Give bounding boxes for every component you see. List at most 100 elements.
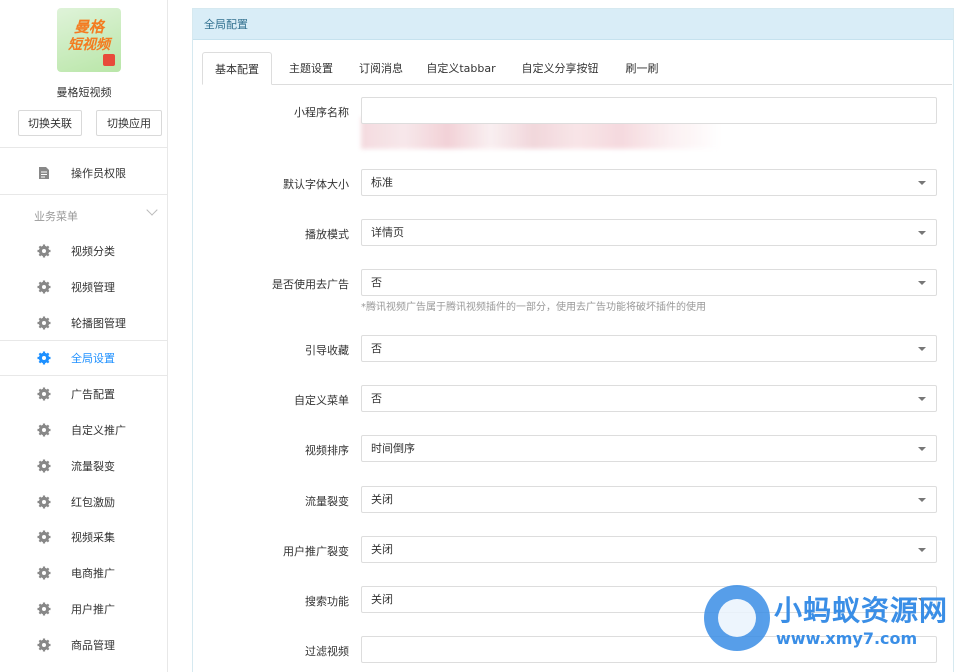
- select-field[interactable]: 否: [361, 335, 937, 362]
- field-hint: *腾讯视频广告属于腾讯视频插件的一部分，使用去广告功能将破坏插件的使用: [361, 302, 706, 313]
- field-value: 时间倒序: [371, 442, 415, 455]
- field-value: 否: [371, 392, 382, 405]
- sidebar-item-label: 轮播图管理: [71, 317, 126, 330]
- tab-custom-tabbar[interactable]: 自定义tabbar: [420, 52, 502, 85]
- tab-subscription-messages[interactable]: 订阅消息: [350, 52, 412, 85]
- caret-down-icon[interactable]: [918, 548, 926, 552]
- app-logo: 曼格 短视频: [57, 8, 121, 72]
- tab-bar: 基本配置 主题设置 订阅消息 自定义tabbar 自定义分享按钮 刷一刷: [202, 52, 952, 85]
- sidebar-item-label: 用户推广: [71, 603, 115, 616]
- gear-icon: [37, 351, 51, 365]
- sidebar-item-9[interactable]: 视频采集: [0, 520, 168, 554]
- sidebar-item-label: 视频分类: [71, 245, 115, 258]
- sidebar-item-12[interactable]: 商品管理: [0, 628, 168, 662]
- switch-link-button[interactable]: 切换关联: [18, 110, 82, 136]
- gear-icon: [37, 602, 51, 616]
- watermark: 小蚂蚁资源网 www.xmy7.com: [700, 585, 957, 655]
- sidebar-item-6[interactable]: 自定义推广: [0, 413, 168, 447]
- sidebar: 曼格 短视频 曼格短视频 切换关联 切换应用 操作员权限 业务菜单 视频分类视频…: [0, 0, 168, 672]
- gear-icon: [37, 638, 51, 652]
- sidebar-item-5[interactable]: 广告配置: [0, 377, 168, 411]
- switch-app-button[interactable]: 切换应用: [96, 110, 162, 136]
- select-field[interactable]: 否: [361, 269, 937, 296]
- select-field[interactable]: 时间倒序: [361, 435, 937, 462]
- field-label: 播放模式: [305, 228, 349, 241]
- select-field[interactable]: 否: [361, 385, 937, 412]
- app-name: 曼格短视频: [56, 86, 112, 99]
- divider: [0, 147, 168, 148]
- sidebar-item-label: 广告配置: [71, 388, 115, 401]
- sidebar-item-1[interactable]: 视频分类: [0, 234, 168, 268]
- sidebar-item-8[interactable]: 红包激励: [0, 485, 168, 519]
- gear-icon: [37, 423, 51, 437]
- gear-icon: [37, 459, 51, 473]
- field-label: 用户推广裂变: [283, 545, 349, 558]
- divider: [0, 375, 168, 376]
- gear-icon: [37, 244, 51, 258]
- gear-icon: [37, 566, 51, 580]
- chevron-down-icon[interactable]: [146, 204, 158, 216]
- panel-title: 全局配置: [193, 9, 953, 40]
- divider: [0, 194, 168, 195]
- gear-icon: [37, 316, 51, 330]
- gear-icon: [37, 280, 51, 294]
- ant-logo-icon: [704, 585, 770, 651]
- sidebar-item-operator-permission[interactable]: 操作员权限: [0, 156, 168, 190]
- sidebar-item-label: 商品管理: [71, 639, 115, 652]
- gear-icon: [37, 495, 51, 509]
- field-value: 详情页: [371, 226, 404, 239]
- select-field[interactable]: 关闭: [361, 536, 937, 563]
- document-icon: [39, 167, 49, 179]
- tab-basic-config[interactable]: 基本配置: [202, 52, 272, 85]
- sidebar-item-label: 自定义推广: [71, 424, 126, 437]
- sidebar-item-label: 视频采集: [71, 531, 115, 544]
- sidebar-item-label: 红包激励: [71, 496, 115, 509]
- field-label: 流量裂变: [305, 495, 349, 508]
- sidebar-item-label: 视频管理: [71, 281, 115, 294]
- tab-swipe[interactable]: 刷一刷: [616, 52, 668, 85]
- select-field[interactable]: 关闭: [361, 486, 937, 513]
- watermark-title: 小蚂蚁资源网: [774, 594, 949, 627]
- sidebar-item-11[interactable]: 用户推广: [0, 592, 168, 626]
- group-title: 业务菜单: [34, 210, 78, 223]
- sidebar-item-label: 操作员权限: [71, 167, 126, 180]
- field-value: 标准: [371, 176, 393, 189]
- field-label: 默认字体大小: [283, 178, 349, 191]
- sidebar-item-label: 流量裂变: [71, 460, 115, 473]
- field-label: 自定义菜单: [294, 394, 349, 407]
- caret-down-icon[interactable]: [918, 281, 926, 285]
- sidebar-item-label: 电商推广: [71, 567, 115, 580]
- field-label: 是否使用去广告: [272, 278, 349, 291]
- field-value: 否: [371, 342, 382, 355]
- select-field[interactable]: 详情页: [361, 219, 937, 246]
- sidebar-item-3[interactable]: 轮播图管理: [0, 306, 168, 340]
- caret-down-icon[interactable]: [918, 231, 926, 235]
- gear-icon: [37, 387, 51, 401]
- caret-down-icon[interactable]: [918, 447, 926, 451]
- caret-down-icon[interactable]: [918, 397, 926, 401]
- gear-icon: [37, 530, 51, 544]
- sidebar-item-7[interactable]: 流量裂变: [0, 449, 168, 483]
- sidebar-item-10[interactable]: 电商推广: [0, 556, 168, 590]
- caret-down-icon[interactable]: [918, 498, 926, 502]
- field-label: 引导收藏: [305, 344, 349, 357]
- field-label: 视频排序: [305, 444, 349, 457]
- field-label: 小程序名称: [294, 106, 349, 119]
- sidebar-item-4[interactable]: 全局设置: [0, 341, 168, 375]
- field-value: 关闭: [371, 593, 393, 606]
- text-field[interactable]: [361, 97, 937, 124]
- tab-theme-settings[interactable]: 主题设置: [280, 52, 342, 85]
- field-value: 关闭: [371, 543, 393, 556]
- pointer-icon: [103, 54, 115, 66]
- watermark-url: www.xmy7.com: [776, 629, 918, 648]
- caret-down-icon[interactable]: [918, 347, 926, 351]
- field-label: 搜索功能: [305, 595, 349, 608]
- sidebar-item-2[interactable]: 视频管理: [0, 270, 168, 304]
- logo-line-2: 短视频: [68, 37, 110, 53]
- field-label: 过滤视频: [305, 645, 349, 658]
- tab-custom-share-button[interactable]: 自定义分享按钮: [514, 52, 606, 85]
- caret-down-icon[interactable]: [918, 181, 926, 185]
- field-value: 否: [371, 276, 382, 289]
- field-value: 关闭: [371, 493, 393, 506]
- select-field[interactable]: 标准: [361, 169, 937, 196]
